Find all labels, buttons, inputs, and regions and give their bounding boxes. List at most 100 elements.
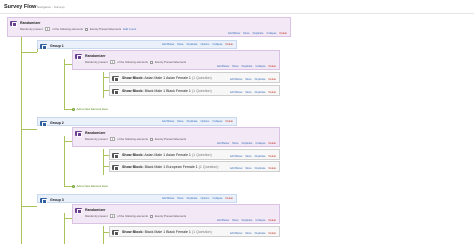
delete-link[interactable]: Delete [226, 120, 234, 123]
add-below-link[interactable]: Add Below [230, 155, 242, 158]
show-block-element[interactable]: Show Block: Black Male 1 Black Female 1 … [109, 226, 280, 237]
move-link[interactable]: Move [245, 155, 251, 158]
randomly-present-label: Randomly present [20, 27, 43, 31]
group-block[interactable]: Group 3 Add Below Move Duplicate Options… [37, 194, 237, 204]
group-number: 3 [61, 198, 64, 202]
delete-link[interactable]: Delete [269, 91, 277, 94]
duplicate-link[interactable]: Duplicate [242, 65, 253, 68]
move-link[interactable]: Move [245, 232, 251, 235]
present-count-input[interactable]: 2 [44, 27, 51, 31]
duplicate-link[interactable]: Duplicate [187, 43, 198, 46]
delete-link[interactable]: Delete [269, 142, 277, 145]
collapse-link[interactable]: Collapse [255, 142, 265, 145]
present-count-input[interactable]: 1 [109, 137, 116, 141]
delete-link[interactable]: Delete [269, 167, 277, 170]
delete-link[interactable]: Delete [269, 232, 277, 235]
group-prefix: Group [50, 198, 61, 202]
add-below-link[interactable]: Add Below [230, 232, 242, 235]
randomizer-block[interactable]: Randomizer Randomly present 1 of the fol… [72, 127, 280, 147]
delete-link[interactable]: Delete [280, 32, 288, 35]
add-below-link[interactable]: Add Below [217, 142, 229, 145]
block-name: Asian Male 1 Asian Female 1 [144, 153, 191, 157]
show-block-element[interactable]: Show Block: Black Male 1 European Female… [109, 161, 280, 172]
delete-link[interactable]: Delete [269, 65, 277, 68]
page-subtitle: Flow & Navigation - Surveys [27, 5, 65, 9]
move-link[interactable]: Move [177, 43, 183, 46]
add-below-link[interactable]: Add Below [162, 197, 174, 200]
add-below-link[interactable]: Add Below [228, 32, 240, 35]
group-number: 2 [61, 121, 64, 125]
delete-link[interactable]: Delete [226, 197, 234, 200]
present-count-input[interactable]: 1 [109, 214, 116, 218]
duplicate-link[interactable]: Duplicate [255, 155, 266, 158]
show-block-icon [112, 75, 119, 82]
evenly-present-checkbox[interactable] [149, 137, 153, 141]
move-link[interactable]: Move [177, 197, 183, 200]
delete-link[interactable]: Delete [269, 78, 277, 81]
add-below-link[interactable]: Add Below [230, 167, 242, 170]
add-element-link[interactable]: + Add a New Element Here [72, 107, 108, 111]
edit-count-link[interactable]: Edit Count [123, 27, 136, 31]
add-below-link[interactable]: Add Below [162, 120, 174, 123]
add-below-link[interactable]: Add Below [217, 219, 229, 222]
collapse-link[interactable]: Collapse [212, 120, 222, 123]
randomizer-block[interactable]: Randomizer Randomly present 1 of the fol… [72, 50, 280, 70]
group-icon [40, 43, 47, 50]
move-link[interactable]: Move [243, 32, 249, 35]
duplicate-link[interactable]: Duplicate [242, 219, 253, 222]
show-block-element[interactable]: Show Block: Asian Male 1 Asian Female 1 … [109, 72, 280, 83]
duplicate-link[interactable]: Duplicate [187, 120, 198, 123]
options-link[interactable]: Options [200, 43, 209, 46]
options-link[interactable]: Options [200, 120, 209, 123]
evenly-present-checkbox[interactable] [84, 27, 88, 31]
flow-line [103, 226, 104, 244]
show-block-element[interactable]: Show Block: Black Male 1 Black Female 1 … [109, 85, 280, 96]
group-block[interactable]: Group 1 Add Below Move Duplicate Options… [37, 40, 237, 50]
move-link[interactable]: Move [245, 78, 251, 81]
add-below-link[interactable]: Add Below [230, 91, 242, 94]
move-link[interactable]: Move [245, 167, 251, 170]
move-link[interactable]: Move [232, 65, 238, 68]
evenly-present-checkbox[interactable] [149, 60, 153, 64]
duplicate-link[interactable]: Duplicate [255, 78, 266, 81]
of-following-label: of the following elements [117, 60, 148, 64]
show-block-icon [112, 152, 119, 159]
move-link[interactable]: Move [177, 120, 183, 123]
randomizer-icon [10, 20, 17, 27]
randomizer-block[interactable]: Randomizer Randomly present 1 of the fol… [72, 204, 280, 224]
show-block-element[interactable]: Show Block: Asian Male 1 Asian Female 1 … [109, 149, 280, 160]
add-element-link[interactable]: + Add a New Element Here [72, 184, 108, 188]
duplicate-link[interactable]: Duplicate [255, 91, 266, 94]
add-below-link[interactable]: Add Below [162, 43, 174, 46]
randomizer-block[interactable]: Randomizer Randomly present 2 of the fol… [7, 17, 291, 37]
move-link[interactable]: Move [245, 91, 251, 94]
collapse-link[interactable]: Collapse [255, 219, 265, 222]
collapse-link[interactable]: Collapse [255, 65, 265, 68]
collapse-link[interactable]: Collapse [266, 32, 276, 35]
randomizer-title: Randomizer [20, 21, 41, 25]
delete-link[interactable]: Delete [269, 155, 277, 158]
move-link[interactable]: Move [232, 142, 238, 145]
duplicate-link[interactable]: Duplicate [187, 197, 198, 200]
show-block-icon [112, 164, 119, 171]
delete-link[interactable]: Delete [226, 43, 234, 46]
duplicate-link[interactable]: Duplicate [255, 232, 266, 235]
add-below-link[interactable]: Add Below [217, 65, 229, 68]
flow-line [64, 64, 72, 65]
group-number: 1 [61, 44, 64, 48]
collapse-link[interactable]: Collapse [212, 43, 222, 46]
duplicate-link[interactable]: Duplicate [255, 167, 266, 170]
duplicate-link[interactable]: Duplicate [242, 142, 253, 145]
present-count-input[interactable]: 1 [109, 60, 116, 64]
flow-line [103, 72, 104, 98]
show-block-prefix: Show Block: [122, 165, 144, 169]
group-block[interactable]: Group 2 Add Below Move Duplicate Options… [37, 117, 237, 127]
delete-link[interactable]: Delete [269, 219, 277, 222]
move-link[interactable]: Move [232, 219, 238, 222]
duplicate-link[interactable]: Duplicate [253, 32, 264, 35]
collapse-link[interactable]: Collapse [212, 197, 222, 200]
evenly-present-checkbox[interactable] [149, 214, 153, 218]
add-below-link[interactable]: Add Below [230, 78, 242, 81]
group-prefix: Group [50, 44, 61, 48]
options-link[interactable]: Options [200, 197, 209, 200]
